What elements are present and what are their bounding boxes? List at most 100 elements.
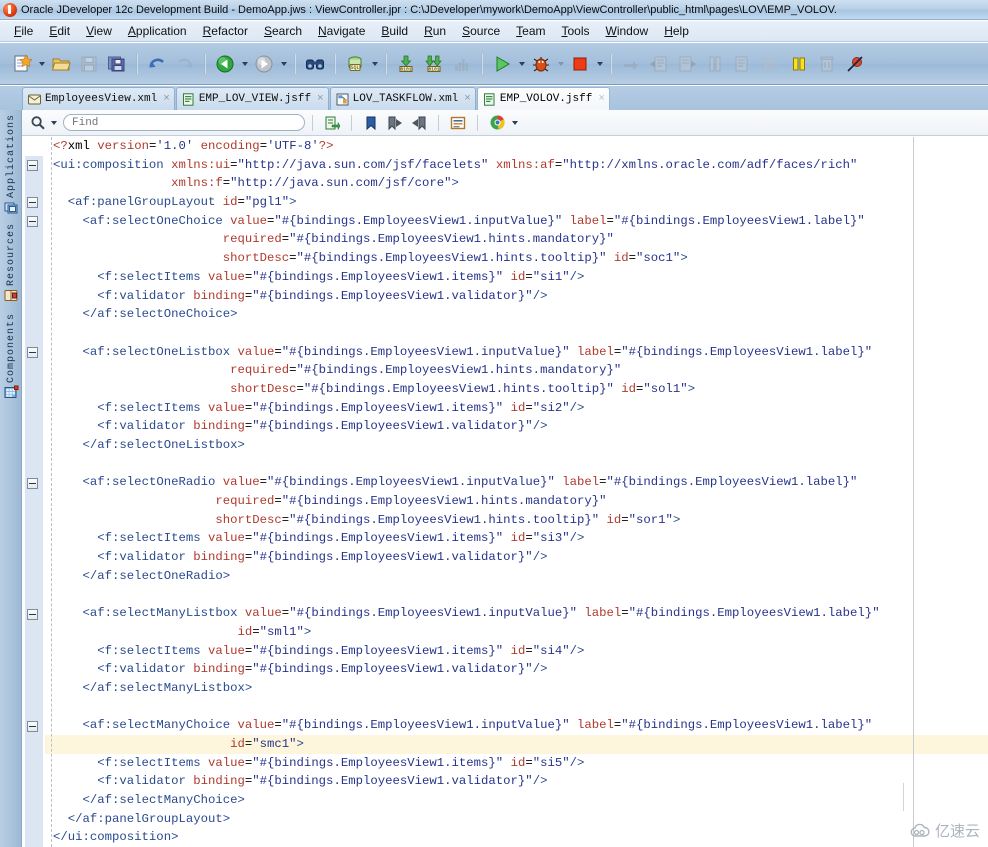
code-editor[interactable]: <?xml version='1.0' encoding='UTF-8'?> <u… <box>23 137 988 847</box>
menu-item-edit[interactable]: Edit <box>41 23 78 39</box>
new-button[interactable] <box>9 51 35 77</box>
code-line[interactable]: id="sml1"> <box>53 623 880 642</box>
close-icon[interactable]: × <box>596 93 605 105</box>
code-line[interactable]: <f:selectItems value = "#{bindings.Employe… <box>53 754 880 773</box>
menu-item-build[interactable]: Build <box>373 23 416 39</box>
code-line[interactable]: <f:selectItems value = "#{bindings.Employe… <box>53 642 880 661</box>
code-line[interactable]: required="#{bindings.EmployeesView1.hint… <box>53 361 880 380</box>
code-text[interactable]: <?xml version='1.0' encoding='UTF-8'?> <u… <box>53 137 880 847</box>
open-button[interactable] <box>48 51 74 77</box>
code-block-icon[interactable] <box>448 113 468 133</box>
menu-item-application[interactable]: Application <box>120 23 195 39</box>
code-fold-toggle[interactable] <box>27 720 38 732</box>
code-line[interactable] <box>53 698 880 717</box>
code-line[interactable] <box>53 586 880 605</box>
code-line[interactable]: <f:selectItems value = "#{bindings.Employe… <box>53 268 880 287</box>
navigate-forward-button[interactable] <box>251 51 277 77</box>
run-dropdown-caret[interactable] <box>516 52 527 76</box>
code-line[interactable]: required="#{bindings.EmployeesView1.hint… <box>53 492 880 511</box>
code-fold-toggle[interactable] <box>27 197 38 209</box>
rebuild-button[interactable]: 0101 <box>421 51 447 77</box>
sql-dropdown-caret[interactable] <box>369 52 380 76</box>
dock-item-resources[interactable]: Resources <box>0 223 22 306</box>
menu-item-run[interactable]: Run <box>416 23 454 39</box>
new-dropdown-caret[interactable] <box>36 52 47 76</box>
code-line[interactable]: </af:selectManyChoice> <box>53 791 880 810</box>
code-line[interactable]: shortDesc="#{bindings.EmployeesView1.hin… <box>53 249 880 268</box>
bookmark-icon[interactable] <box>361 113 381 133</box>
stop-button[interactable] <box>567 51 593 77</box>
sql-worksheet-button[interactable]: SQL <box>342 51 368 77</box>
code-line[interactable]: shortDesc="#{bindings.EmployeesView1.hin… <box>53 511 880 530</box>
code-line[interactable]: <af:selectOneListbox value="#{bindings.E… <box>53 343 880 362</box>
editor-tab-lov-taskflow-xml[interactable]: LOV_TASKFLOW.xml × <box>329 87 476 110</box>
code-line[interactable]: shortDesc="#{bindings.EmployeesView1.hin… <box>53 380 880 399</box>
search-options-chevron-down-icon[interactable] <box>48 111 59 135</box>
menu-item-source[interactable]: Source <box>454 23 508 39</box>
code-line[interactable] <box>53 324 880 343</box>
undo-button[interactable] <box>144 51 170 77</box>
search-input[interactable] <box>63 114 305 131</box>
dock-item-applications[interactable]: Applications <box>0 114 22 218</box>
run-button[interactable] <box>489 51 515 77</box>
code-line[interactable]: <ui:composition xmlns:ui="http://java.su… <box>53 156 880 175</box>
pause-button[interactable] <box>786 51 812 77</box>
menu-item-team[interactable]: Team <box>508 23 553 39</box>
editor-tab-emp-lov-view-jsff[interactable]: EMP_LOV_VIEW.jsff × <box>175 87 329 110</box>
code-fold-toggle[interactable] <box>27 215 38 227</box>
save-all-button[interactable] <box>104 51 130 77</box>
go-to-line-icon[interactable] <box>322 113 342 133</box>
navigate-back-button[interactable] <box>212 51 238 77</box>
code-line[interactable]: </af:selectManyListbox> <box>53 679 880 698</box>
code-line[interactable]: <af:selectManyListbox value="#{bindings.… <box>53 604 880 623</box>
menu-item-refactor[interactable]: Refactor <box>195 23 256 39</box>
code-line[interactable] <box>53 455 880 474</box>
debug-dropdown-caret[interactable] <box>555 52 566 76</box>
code-fold-toggle[interactable] <box>27 346 38 358</box>
code-line[interactable]: </af:selectOneChoice> <box>53 305 880 324</box>
menu-item-search[interactable]: Search <box>256 23 310 39</box>
code-fold-gutter[interactable] <box>23 137 45 847</box>
code-line[interactable]: <f:validator binding="#{bindings.Employe… <box>53 287 880 306</box>
menu-item-view[interactable]: View <box>78 23 120 39</box>
code-line[interactable]: <f:validator binding="#{bindings.Employe… <box>53 417 880 436</box>
menu-item-navigate[interactable]: Navigate <box>310 23 373 39</box>
dock-item-components[interactable]: Components <box>0 313 22 403</box>
magnifier-icon[interactable] <box>30 115 46 131</box>
code-line[interactable]: <af:selectManyChoice value="#{bindings.E… <box>53 716 880 735</box>
back-dropdown-caret[interactable] <box>239 52 250 76</box>
close-icon[interactable]: × <box>315 93 324 105</box>
code-line[interactable]: </af:selectOneListbox> <box>53 436 880 455</box>
editor-tab-emp-volov-jsff[interactable]: EMP_VOLOV.jsff × <box>476 87 610 110</box>
code-line[interactable]: </af:panelGroupLayout> <box>53 810 880 829</box>
code-line[interactable]: </ui:composition> <box>53 828 880 847</box>
menu-item-file[interactable]: File <box>6 23 41 39</box>
code-line[interactable]: <f:selectItems value = "#{bindings.Employe… <box>53 399 880 418</box>
editor-tab-employeesview-xml[interactable]: EmployeesView.xml × <box>22 87 175 110</box>
code-line[interactable]: <f:validator binding="#{bindings.Employe… <box>53 548 880 567</box>
menu-item-window[interactable]: Window <box>598 23 657 39</box>
stop-dropdown-caret[interactable] <box>594 52 605 76</box>
browser-globe-icon[interactable] <box>487 113 507 133</box>
code-line[interactable]: </af:selectOneRadio> <box>53 567 880 586</box>
code-line[interactable]: <f:validator binding="#{bindings.Employe… <box>53 660 880 679</box>
disable-breakpoint-button[interactable] <box>842 51 868 77</box>
code-line[interactable]: <f:selectItems value = "#{bindings.Employe… <box>53 529 880 548</box>
make-button[interactable]: 0101 <box>393 51 419 77</box>
code-line[interactable]: id="smc1"> <box>53 735 880 754</box>
code-line[interactable]: xmlns:f="http://java.sun.com/jsf/core"> <box>53 174 880 193</box>
code-line[interactable]: <?xml version='1.0' encoding='UTF-8'?> <box>53 137 880 156</box>
code-line[interactable]: required="#{bindings.EmployeesView1.hint… <box>53 230 880 249</box>
search-button[interactable] <box>302 51 328 77</box>
code-line[interactable]: <f:validator binding="#{bindings.Employe… <box>53 772 880 791</box>
code-fold-toggle[interactable] <box>27 159 38 171</box>
code-line[interactable]: <af:panelGroupLayout id="pgl1"> <box>53 193 880 212</box>
code-line[interactable]: <af:selectOneChoice value="#{bindings.Em… <box>53 212 880 231</box>
close-icon[interactable]: × <box>462 93 471 105</box>
menu-item-help[interactable]: Help <box>656 23 697 39</box>
code-fold-toggle[interactable] <box>27 477 38 489</box>
next-bookmark-icon[interactable] <box>385 113 405 133</box>
code-fold-toggle[interactable] <box>27 608 38 620</box>
menu-item-tools[interactable]: Tools <box>554 23 598 39</box>
debug-button[interactable] <box>528 51 554 77</box>
